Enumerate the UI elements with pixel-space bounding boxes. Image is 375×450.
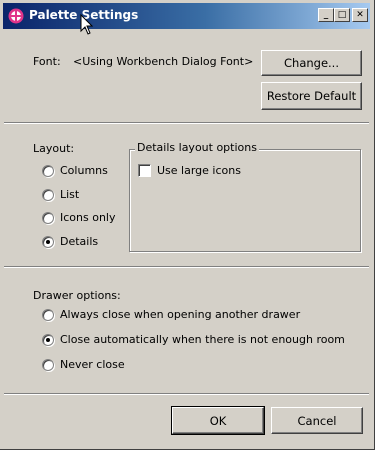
drawer-option-label: Close automatically when there is not en… bbox=[60, 333, 345, 346]
separator bbox=[4, 122, 369, 124]
font-label: Font: bbox=[33, 55, 61, 68]
title-bar[interactable]: Palette Settings _ □ ✕ bbox=[3, 3, 370, 29]
mouse-pointer-icon bbox=[80, 14, 94, 35]
separator bbox=[4, 393, 369, 395]
layout-label: Layout: bbox=[33, 142, 75, 155]
drawer-option-label: Always close when opening another drawer bbox=[60, 308, 301, 321]
palette-app-icon bbox=[8, 8, 24, 24]
radio-icons-only[interactable] bbox=[42, 212, 54, 224]
close-button[interactable]: ✕ bbox=[352, 8, 368, 22]
radio-details[interactable] bbox=[42, 236, 54, 248]
font-value: <Using Workbench Dialog Font> bbox=[73, 55, 254, 68]
maximize-button[interactable]: □ bbox=[334, 8, 350, 22]
radio-close-automatically[interactable] bbox=[42, 334, 54, 346]
drawer-options-label: Drawer options: bbox=[33, 289, 121, 302]
details-layout-group-title: Details layout options bbox=[135, 141, 259, 154]
radio-columns[interactable] bbox=[42, 165, 54, 177]
change-font-button[interactable]: Change... bbox=[261, 50, 362, 76]
layout-option-label: List bbox=[60, 188, 80, 201]
separator bbox=[4, 266, 369, 268]
drawer-option-label: Never close bbox=[60, 358, 125, 371]
restore-default-button[interactable]: Restore Default bbox=[261, 82, 362, 110]
layout-option-label: Columns bbox=[60, 164, 108, 177]
use-large-icons-checkbox[interactable] bbox=[138, 164, 151, 177]
use-large-icons-label[interactable]: Use large icons bbox=[157, 164, 241, 177]
cancel-button[interactable]: Cancel bbox=[271, 407, 363, 434]
ok-button[interactable]: OK bbox=[171, 406, 265, 435]
layout-option-label: Details bbox=[60, 235, 99, 248]
radio-list[interactable] bbox=[42, 189, 54, 201]
radio-always-close[interactable] bbox=[42, 309, 54, 321]
layout-option-label: Icons only bbox=[60, 211, 116, 224]
minimize-button[interactable]: _ bbox=[318, 8, 334, 22]
palette-settings-dialog: Palette Settings _ □ ✕ Font: <Using Work… bbox=[0, 0, 375, 450]
radio-never-close[interactable] bbox=[42, 359, 54, 371]
